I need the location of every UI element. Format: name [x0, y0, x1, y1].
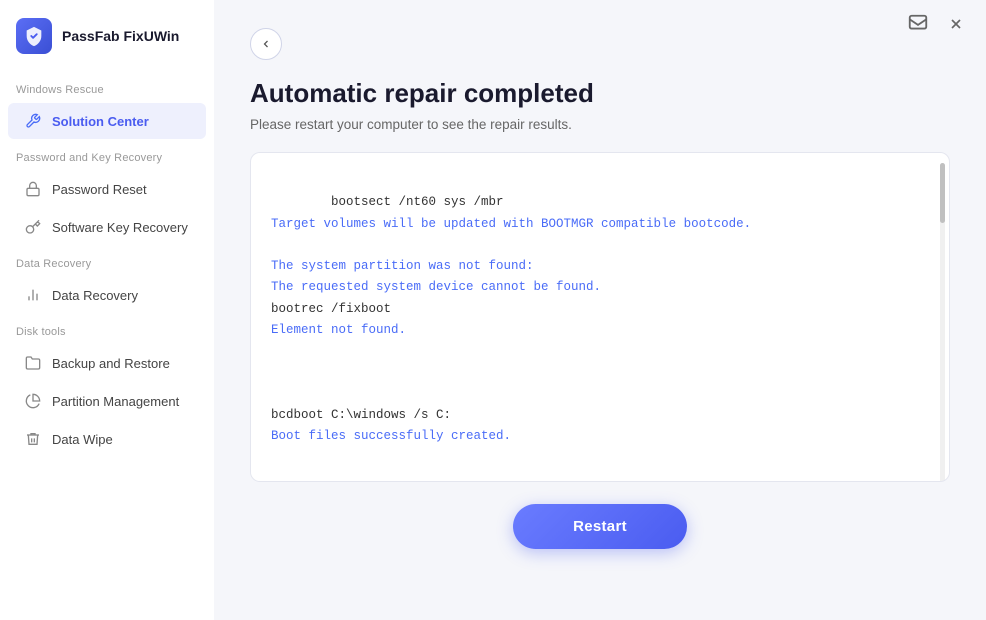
folder-icon — [24, 354, 42, 372]
sidebar-item-software-key-recovery[interactable]: Software Key Recovery — [8, 209, 206, 245]
section-label-data-recovery: Data Recovery — [0, 246, 214, 276]
wrench-icon — [24, 112, 42, 130]
sidebar-item-label-data-wipe: Data Wipe — [52, 432, 113, 447]
sidebar-item-solution-center[interactable]: Solution Center — [8, 103, 206, 139]
section-label-disk-tools: Disk tools — [0, 314, 214, 344]
sidebar-item-label-partition-management: Partition Management — [52, 394, 179, 409]
back-button[interactable] — [250, 28, 282, 60]
feedback-button[interactable] — [904, 10, 932, 38]
sidebar-item-password-reset[interactable]: Password Reset — [8, 171, 206, 207]
section-label-password-key: Password and Key Recovery — [0, 140, 214, 170]
sidebar: PassFab FixUWin Windows Rescue Solution … — [0, 0, 214, 620]
title-bar — [888, 0, 986, 48]
page-subtitle: Please restart your computer to see the … — [250, 117, 950, 132]
app-header: PassFab FixUWin — [0, 0, 214, 72]
sidebar-item-data-wipe[interactable]: Data Wipe — [8, 421, 206, 457]
sidebar-item-label-backup-restore: Backup and Restore — [52, 356, 170, 371]
app-logo — [16, 18, 52, 54]
scrollbar-track[interactable] — [940, 163, 945, 482]
scrollbar-thumb[interactable] — [940, 163, 945, 223]
content-area: Automatic repair completed Please restar… — [214, 8, 986, 620]
key-icon — [24, 218, 42, 236]
chart-icon — [24, 286, 42, 304]
sidebar-item-label-password-reset: Password Reset — [52, 182, 147, 197]
sidebar-item-data-recovery[interactable]: Data Recovery — [8, 277, 206, 313]
sidebar-item-label-software-key-recovery: Software Key Recovery — [52, 220, 188, 235]
pie-icon — [24, 392, 42, 410]
trash-icon — [24, 430, 42, 448]
main-content: Automatic repair completed Please restar… — [214, 0, 986, 620]
sidebar-item-partition-management[interactable]: Partition Management — [8, 383, 206, 419]
sidebar-item-backup-restore[interactable]: Backup and Restore — [8, 345, 206, 381]
page-title: Automatic repair completed — [250, 78, 950, 109]
sidebar-item-label-data-recovery: Data Recovery — [52, 288, 138, 303]
section-label-windows-rescue: Windows Rescue — [0, 72, 214, 102]
log-box[interactable]: bootsect /nt60 sys /mbr Target volumes w… — [250, 152, 950, 482]
close-button[interactable] — [942, 10, 970, 38]
restart-button[interactable]: Restart — [513, 504, 687, 549]
lock-icon — [24, 180, 42, 198]
app-name: PassFab FixUWin — [62, 28, 179, 45]
log-content: bootsect /nt60 sys /mbr Target volumes w… — [271, 171, 929, 469]
sidebar-item-label-solution-center: Solution Center — [52, 114, 149, 129]
